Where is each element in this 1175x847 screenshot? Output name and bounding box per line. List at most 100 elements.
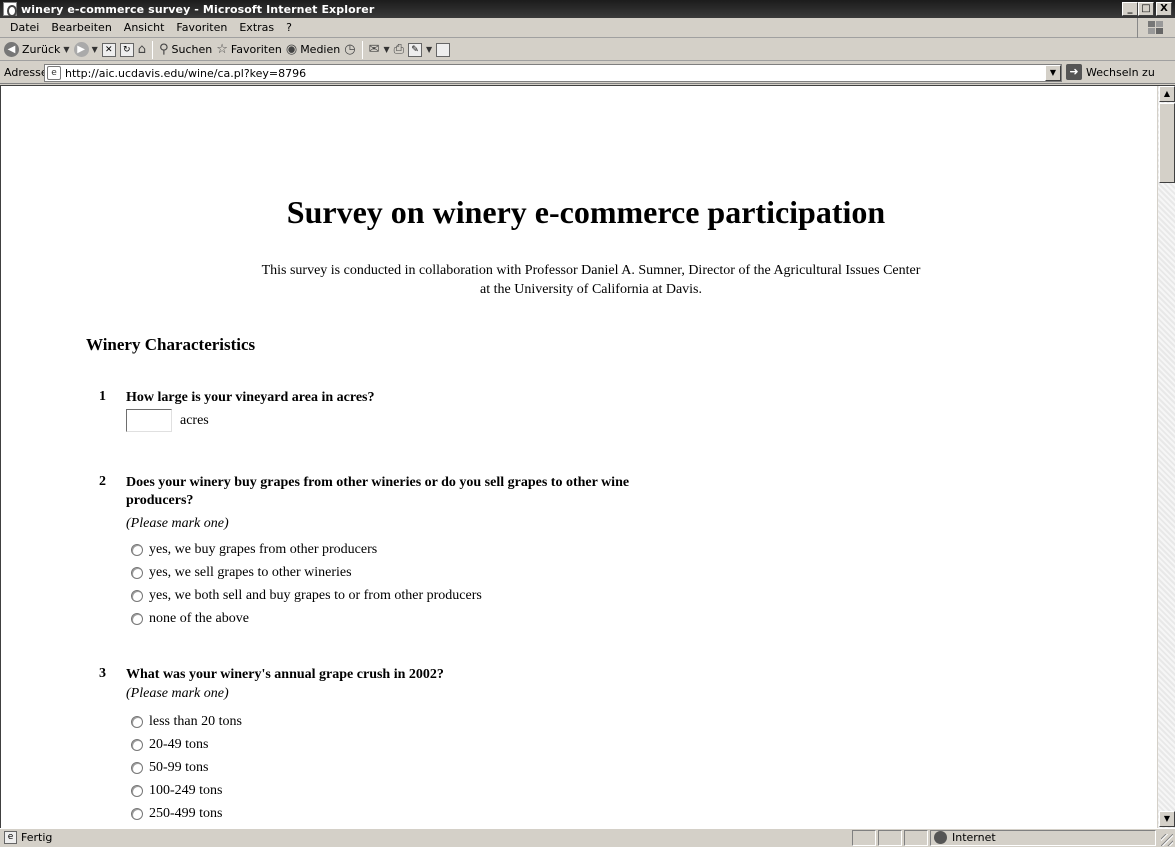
radio-option[interactable]: none of the above bbox=[131, 611, 249, 627]
option-label: yes, we buy grapes from other producers bbox=[149, 542, 378, 557]
dropdown-arrow-icon: ▼ bbox=[91, 45, 98, 54]
forward-button[interactable]: ▶ ▼ bbox=[73, 42, 98, 57]
radio-button[interactable] bbox=[131, 567, 143, 579]
acres-input[interactable] bbox=[126, 409, 172, 432]
menu-datei[interactable]: Datei bbox=[4, 21, 45, 34]
menu-ansicht[interactable]: Ansicht bbox=[118, 21, 171, 34]
status-panel bbox=[852, 830, 876, 846]
home-icon[interactable]: ⌂ bbox=[138, 42, 146, 57]
favorites-button[interactable]: ☆ Favoriten bbox=[216, 42, 282, 57]
media-icon: ◉ bbox=[285, 42, 298, 57]
status-panel bbox=[904, 830, 928, 846]
history-icon[interactable]: ◷ bbox=[344, 42, 355, 57]
close-button[interactable]: X bbox=[1156, 2, 1172, 16]
page-title: Survey on winery e-commerce participatio… bbox=[286, 194, 886, 230]
radio-button[interactable] bbox=[131, 808, 143, 820]
page-viewport: Survey on winery e-commerce participatio… bbox=[0, 85, 1175, 828]
menu-extras[interactable]: Extras bbox=[233, 21, 280, 34]
radio-option[interactable]: yes, we both sell and buy grapes to or f… bbox=[131, 588, 482, 604]
option-label: 250-499 tons bbox=[149, 806, 223, 821]
question-hint: (Please mark one) bbox=[126, 516, 229, 531]
resize-grip-icon[interactable] bbox=[1161, 834, 1173, 846]
forward-arrow-icon: ▶ bbox=[73, 42, 89, 57]
security-zone: Internet bbox=[934, 831, 996, 844]
page-icon: e bbox=[47, 66, 61, 80]
question-text: How large is your vineyard area in acres… bbox=[126, 390, 375, 405]
question-text-line: producers? bbox=[126, 493, 194, 508]
radio-option[interactable]: 250-499 tons bbox=[131, 806, 223, 822]
scroll-thumb[interactable] bbox=[1159, 103, 1175, 183]
address-input[interactable]: e http://aic.ucdavis.edu/wine/ca.pl?key=… bbox=[44, 64, 1062, 82]
go-arrow-icon: ➜ bbox=[1066, 64, 1082, 80]
globe-icon bbox=[934, 831, 947, 844]
radio-button[interactable] bbox=[131, 544, 143, 556]
discuss-icon[interactable] bbox=[436, 42, 451, 57]
option-label: 100-249 tons bbox=[149, 783, 223, 798]
zone-label: Internet bbox=[952, 831, 996, 844]
vertical-scrollbar[interactable]: ▲ ▼ bbox=[1157, 86, 1175, 828]
window-controls: _ □ X bbox=[1122, 2, 1172, 16]
radio-button[interactable] bbox=[131, 739, 143, 751]
option-label: less than 20 tons bbox=[149, 714, 242, 729]
dropdown-arrow-icon: ▼ bbox=[63, 45, 70, 54]
toolbar: ◀ Zurück ▼ ▶ ▼ ✕ ↻ ⌂ ⚲ Suchen ☆ Favorite… bbox=[0, 39, 1175, 61]
menu-favoriten[interactable]: Favoriten bbox=[170, 21, 233, 34]
scroll-up-icon[interactable]: ▲ bbox=[1159, 86, 1175, 102]
dropdown-arrow-icon[interactable]: ▼ bbox=[426, 45, 432, 54]
scroll-down-icon[interactable]: ▼ bbox=[1159, 811, 1175, 827]
intro-text: This survey is conducted in collaboratio… bbox=[161, 261, 1021, 299]
radio-option[interactable]: 50-99 tons bbox=[131, 760, 209, 776]
edit-icon[interactable]: ✎ bbox=[408, 42, 423, 57]
question-hint: (Please mark one) bbox=[126, 686, 229, 701]
option-label: 50-99 tons bbox=[149, 760, 209, 775]
radio-button[interactable] bbox=[131, 762, 143, 774]
address-dropdown-icon[interactable]: ▼ bbox=[1045, 65, 1061, 81]
radio-option[interactable]: yes, we buy grapes from other producers bbox=[131, 542, 377, 558]
question-text: What was your winery's annual grape crus… bbox=[126, 667, 444, 682]
question-text-line: Does your winery buy grapes from other w… bbox=[126, 475, 630, 490]
media-button[interactable]: ◉ Medien bbox=[286, 42, 340, 57]
go-button[interactable]: ➜ Wechseln zu bbox=[1066, 64, 1155, 80]
radio-button[interactable] bbox=[131, 785, 143, 797]
status-bar: e Fertig Internet bbox=[0, 828, 1175, 847]
radio-option[interactable]: yes, we sell grapes to other wineries bbox=[131, 565, 352, 581]
refresh-icon[interactable]: ↻ bbox=[119, 42, 134, 57]
status-panel bbox=[878, 830, 902, 846]
toolbar-separator bbox=[152, 40, 153, 59]
question-text: Does your winery buy grapes from other w… bbox=[126, 474, 786, 510]
question-number: 2 bbox=[99, 474, 106, 489]
option-label: yes, we sell grapes to other wineries bbox=[149, 565, 352, 580]
menu-bar: Datei Bearbeiten Ansicht Favoriten Extra… bbox=[0, 18, 1175, 38]
minimize-button[interactable]: _ bbox=[1122, 2, 1138, 16]
radio-option[interactable]: less than 20 tons bbox=[131, 714, 242, 730]
radio-button[interactable] bbox=[131, 590, 143, 602]
back-button[interactable]: ◀ Zurück ▼ bbox=[4, 42, 70, 57]
print-icon[interactable]: ⎙ bbox=[394, 42, 404, 57]
acres-row: acres bbox=[126, 409, 209, 432]
radio-option[interactable]: 100-249 tons bbox=[131, 783, 223, 799]
status-text-area: e Fertig bbox=[4, 831, 52, 844]
radio-button[interactable] bbox=[131, 613, 143, 625]
question-number: 3 bbox=[99, 666, 106, 681]
radio-option[interactable]: 20-49 tons bbox=[131, 737, 209, 753]
go-label: Wechseln zu bbox=[1086, 65, 1155, 79]
search-button[interactable]: ⚲ Suchen bbox=[159, 42, 212, 57]
acres-unit: acres bbox=[180, 412, 209, 428]
status-text: Fertig bbox=[21, 831, 53, 844]
dropdown-arrow-icon[interactable]: ▼ bbox=[383, 45, 389, 54]
ie-icon bbox=[3, 2, 17, 17]
stop-icon[interactable]: ✕ bbox=[101, 42, 116, 57]
address-label: Adresse bbox=[4, 66, 48, 79]
favorites-label: Favoriten bbox=[230, 43, 282, 56]
menu-help[interactable]: ? bbox=[280, 21, 298, 34]
media-label: Medien bbox=[300, 43, 341, 56]
mail-icon[interactable]: ✉ bbox=[369, 42, 380, 57]
search-label: Suchen bbox=[171, 43, 213, 56]
intro-line: at the University of California at Davis… bbox=[480, 282, 702, 297]
star-icon: ☆ bbox=[216, 42, 228, 57]
title-bar: winery e-commerce survey - Microsoft Int… bbox=[0, 0, 1175, 18]
maximize-button[interactable]: □ bbox=[1138, 2, 1154, 16]
radio-button[interactable] bbox=[131, 716, 143, 728]
menu-bearbeiten[interactable]: Bearbeiten bbox=[45, 21, 117, 34]
window-title: winery e-commerce survey - Microsoft Int… bbox=[21, 2, 375, 16]
